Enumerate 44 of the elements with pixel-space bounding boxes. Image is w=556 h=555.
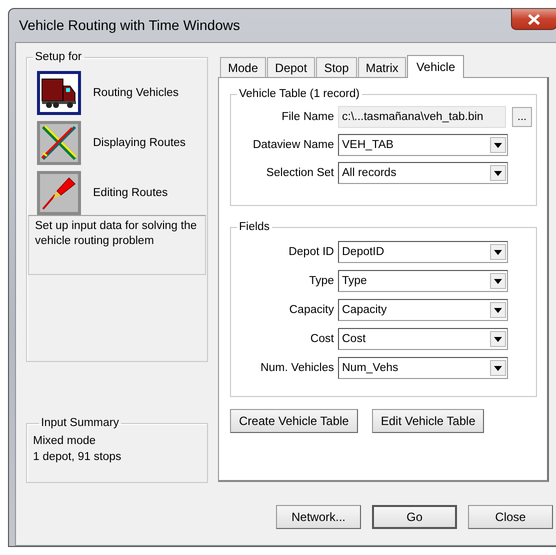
tab[interactable]: Mode xyxy=(220,57,266,77)
description-text: Set up input data for solving the vehicle routing problem xyxy=(28,215,206,275)
browse-button[interactable]: ... xyxy=(512,107,532,127)
close-button[interactable] xyxy=(511,9,556,30)
mode-label: Displaying Routes xyxy=(93,137,186,149)
dropdown-field[interactable]: Num_Vehs xyxy=(338,357,508,379)
truck-icon xyxy=(41,76,77,110)
field-label: Num. Vehicles xyxy=(259,362,334,374)
group-title: Fields xyxy=(238,221,271,233)
tab[interactable]: Matrix xyxy=(358,57,406,77)
dropdown-field[interactable]: Cost xyxy=(338,328,508,350)
mode-label: Routing Vehicles xyxy=(93,87,179,99)
dropdown-field[interactable]: DepotID xyxy=(338,241,508,263)
summary-text: 1 depot, 91 stops xyxy=(33,450,122,465)
group-title: Vehicle Table (1 record) xyxy=(238,88,361,100)
tab[interactable]: Stop xyxy=(316,57,357,77)
crossed-lines-icon xyxy=(41,125,77,161)
dialog-button[interactable]: Close xyxy=(468,505,553,529)
field-label: Cost xyxy=(309,333,334,345)
mode-button[interactable] xyxy=(37,71,81,115)
field-label: Type xyxy=(308,275,334,287)
table-button[interactable]: Create Vehicle Table xyxy=(230,409,358,433)
dropdown-field[interactable]: Capacity xyxy=(338,299,508,321)
mode-label: Editing Routes xyxy=(93,187,168,199)
field-label: Depot ID xyxy=(288,246,334,258)
dialog-button[interactable]: Go xyxy=(372,505,457,529)
field-label: Capacity xyxy=(288,304,334,316)
dropdown-field[interactable]: Type xyxy=(338,270,508,292)
group-title: Setup for xyxy=(34,51,83,63)
close-icon xyxy=(528,14,540,24)
table-button[interactable]: Edit Vehicle Table xyxy=(372,409,484,433)
dropdown-field[interactable]: All records xyxy=(338,162,508,184)
field-label: Dataview Name xyxy=(252,139,334,151)
dialog-button[interactable]: Network... xyxy=(276,505,361,529)
file-name-field[interactable]: c:\...tasmañana\veh_tab.bin xyxy=(338,106,506,128)
dropdown-field[interactable]: VEH_TAB xyxy=(338,134,508,156)
window-title: Vehicle Routing with Time Windows xyxy=(19,17,241,33)
tab[interactable]: Depot xyxy=(267,57,316,77)
group-title: Input Summary xyxy=(40,416,120,431)
pencil-icon xyxy=(41,175,77,211)
field-label: Selection Set xyxy=(265,167,334,179)
summary-text: Mixed mode xyxy=(33,434,97,449)
field-label: File Name xyxy=(280,111,334,123)
tab[interactable]: Vehicle xyxy=(407,55,464,78)
